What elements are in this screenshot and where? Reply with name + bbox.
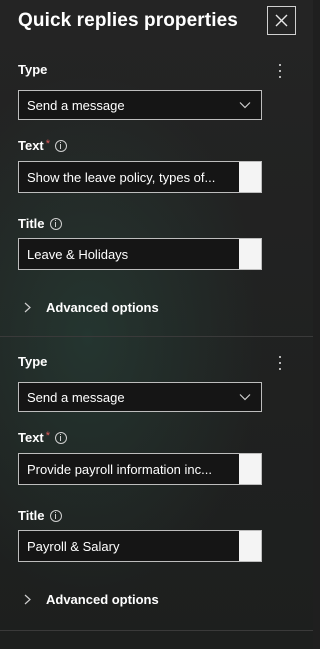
text-label: Text *	[18, 138, 68, 153]
insert-variable-button[interactable]	[239, 531, 261, 561]
text-input[interactable]: Provide payroll information inc...	[18, 453, 262, 485]
chevron-down-icon	[239, 394, 251, 401]
panel-header: Quick replies properties	[18, 6, 302, 36]
type-select-value: Send a message	[27, 390, 125, 405]
quick-reply-item: Type Send a message Text * Show the leave…	[18, 60, 298, 330]
close-button[interactable]	[267, 6, 296, 35]
insert-variable-button[interactable]	[239, 454, 261, 484]
title-label: Title	[18, 508, 62, 523]
quick-replies-panel: Quick replies properties Type Send a mes…	[0, 0, 313, 649]
title-label: Title	[18, 216, 62, 231]
section-divider	[0, 336, 313, 337]
insert-variable-button[interactable]	[239, 239, 261, 269]
advanced-options-toggle[interactable]: Advanced options	[18, 298, 218, 318]
advanced-options-label: Advanced options	[46, 300, 159, 315]
title-label-text: Title	[18, 508, 45, 523]
chevron-right-icon	[24, 302, 31, 313]
info-icon[interactable]	[49, 509, 62, 522]
info-icon[interactable]	[55, 139, 68, 152]
title-input-value: Leave & Holidays	[27, 247, 129, 262]
text-label-text: Text	[18, 430, 44, 445]
more-options-icon[interactable]	[276, 355, 284, 371]
more-options-icon[interactable]	[276, 63, 284, 79]
info-icon[interactable]	[55, 431, 68, 444]
panel-title: Quick replies properties	[18, 10, 238, 31]
title-label-text: Title	[18, 216, 45, 231]
text-label: Text *	[18, 430, 68, 445]
title-input-value: Payroll & Salary	[27, 539, 120, 554]
info-icon[interactable]	[49, 217, 62, 230]
type-select[interactable]: Send a message	[18, 90, 262, 120]
text-label-text: Text	[18, 138, 44, 153]
chevron-right-icon	[24, 594, 31, 605]
quick-reply-item: Type Send a message Text * Provide payrol…	[18, 352, 298, 622]
type-select-value: Send a message	[27, 98, 125, 113]
type-select[interactable]: Send a message	[18, 382, 262, 412]
advanced-options-toggle[interactable]: Advanced options	[18, 590, 218, 610]
text-input[interactable]: Show the leave policy, types of...	[18, 161, 262, 193]
insert-variable-button[interactable]	[239, 162, 261, 192]
chevron-down-icon	[239, 102, 251, 109]
type-label: Type	[18, 62, 48, 77]
close-icon	[275, 14, 288, 27]
title-input[interactable]: Leave & Holidays	[18, 238, 262, 270]
text-input-value: Provide payroll information inc...	[27, 462, 212, 477]
type-label: Type	[18, 354, 48, 369]
required-marker: *	[45, 138, 51, 150]
title-input[interactable]: Payroll & Salary	[18, 530, 262, 562]
text-input-value: Show the leave policy, types of...	[27, 170, 216, 185]
required-marker: *	[45, 430, 51, 442]
section-divider	[0, 630, 313, 631]
advanced-options-label: Advanced options	[46, 592, 159, 607]
